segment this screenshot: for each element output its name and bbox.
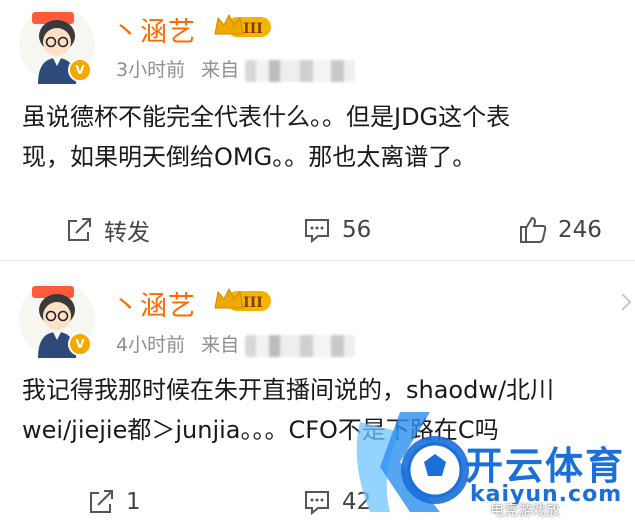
post-time: 4小时前	[116, 334, 186, 356]
repost-count: 1	[126, 489, 141, 515]
repost-label: 转发	[104, 220, 150, 246]
comment-icon	[305, 491, 329, 516]
repost-button[interactable]: 转发	[64, 212, 150, 248]
crown-level-icon: III	[214, 13, 271, 37]
svg-text:III: III	[243, 21, 263, 37]
post-meta: 3小时前 来自	[116, 55, 356, 82]
post-time: 3小时前	[116, 59, 186, 81]
crown-level-icon: III	[214, 287, 271, 311]
post-content: 虽说德杯不能完全代表什么。。但是JDG这个表 现，如果明天倒给OMG。。那也太离…	[22, 97, 622, 177]
action-bar: 转发 56 246	[0, 212, 635, 248]
verified-badge-icon: V	[68, 58, 92, 82]
content-line: 虽说德杯不能完全代表什么。。但是JDG这个表	[22, 103, 511, 131]
avatar[interactable]: V	[18, 280, 96, 358]
comment-count: 56	[342, 217, 372, 243]
username[interactable]: 丶涵艺	[112, 284, 196, 323]
post-meta: 4小时前 来自	[116, 330, 356, 357]
chevron-right-icon[interactable]	[614, 293, 632, 311]
like-count: 246	[558, 217, 602, 243]
post-divider	[0, 260, 635, 261]
content-line: 现，如果明天倒给OMG。。那也太离谱了。	[22, 143, 477, 171]
post-source-prefix: 来自	[201, 59, 240, 81]
verified-badge-icon: V	[68, 332, 92, 356]
share-icon	[90, 490, 113, 513]
watermark-source: 电竞游戏放	[490, 503, 560, 519]
avatar[interactable]: V	[18, 6, 96, 84]
thumbs-up-icon	[520, 216, 547, 243]
repost-button[interactable]: 1	[86, 484, 141, 520]
blurred-source	[245, 59, 356, 82]
username[interactable]: 丶涵艺	[112, 10, 196, 49]
post-card: V 丶涵艺 III 3小时前 来自 虽说德杯不能完全代表什么。。但是JDG这个表…	[0, 0, 635, 262]
like-button[interactable]: 246	[518, 212, 602, 248]
svg-text:III: III	[243, 295, 263, 311]
comment-icon	[305, 219, 329, 244]
post-source-prefix: 来自	[201, 334, 240, 356]
blurred-source	[245, 334, 356, 357]
comment-button[interactable]: 56	[302, 212, 371, 248]
share-icon	[68, 218, 91, 241]
